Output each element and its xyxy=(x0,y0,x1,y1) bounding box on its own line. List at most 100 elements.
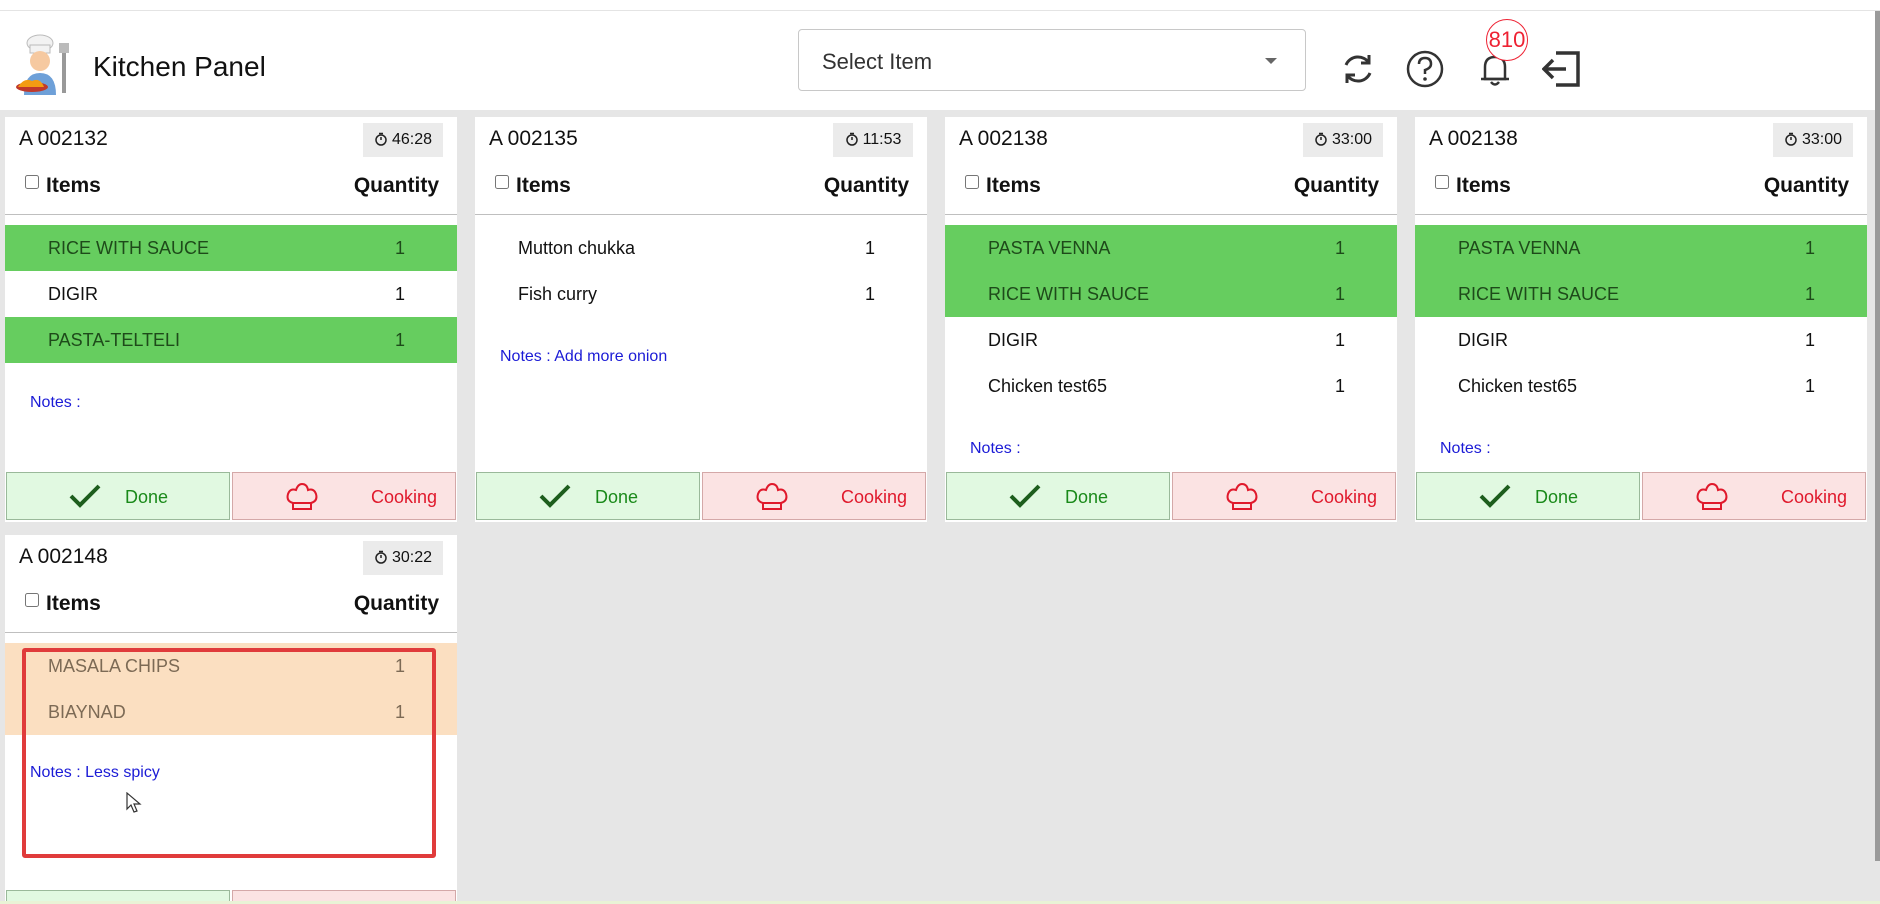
select-all-checkbox[interactable] xyxy=(495,175,509,189)
order-card: A 002148 30:22 Items Quantity MASALA CHI… xyxy=(5,535,457,901)
chef-hat-icon xyxy=(1226,483,1258,510)
stopwatch-icon xyxy=(375,132,387,146)
order-notes: Notes : Less spicy xyxy=(30,764,160,781)
done-button[interactable]: Done xyxy=(946,472,1170,520)
select-all-checkbox[interactable] xyxy=(965,175,979,189)
item-name: Chicken test65 xyxy=(988,376,1108,396)
cooking-label: Cooking xyxy=(841,487,908,507)
items-header: Items Quantity xyxy=(475,162,927,215)
order-timer: 33:00 xyxy=(1773,123,1853,157)
order-number: A 002138 xyxy=(959,127,1048,150)
item-name: PASTA VENNA xyxy=(988,238,1111,258)
items-header: Items Quantity xyxy=(5,162,457,215)
quantity-column-header: Quantity xyxy=(353,174,439,197)
item-name: RICE WITH SAUCE xyxy=(48,238,210,258)
items-header: Items Quantity xyxy=(1415,162,1867,215)
card-actions: Done Cooking xyxy=(5,472,457,520)
item-name: DIGIR xyxy=(988,330,1039,350)
list-item[interactable]: PASTA VENNA 1 xyxy=(945,225,1397,271)
item-name: PASTA VENNA xyxy=(1458,238,1581,258)
list-item[interactable]: PASTA-TELTELI 1 xyxy=(5,317,457,363)
notification-badge: 810 xyxy=(1486,19,1528,61)
order-notes: Notes : xyxy=(30,394,81,411)
chef-logo-icon xyxy=(16,34,69,95)
item-qty: 1 xyxy=(394,656,405,676)
done-label: Done xyxy=(1065,487,1109,507)
refresh-icon[interactable] xyxy=(1338,49,1378,89)
select-all-checkbox[interactable] xyxy=(25,175,39,189)
item-name: PASTA-TELTELI xyxy=(48,330,181,350)
list-item[interactable]: Chicken test65 1 xyxy=(1415,363,1867,409)
page-title: Kitchen Panel xyxy=(93,51,266,82)
item-name: MASALA CHIPS xyxy=(48,656,181,676)
card-header: A 002138 33:00 xyxy=(945,117,1397,162)
card-actions: Done Cooking xyxy=(475,472,927,520)
list-item[interactable]: Fish curry 1 xyxy=(475,271,927,317)
checkmark-icon xyxy=(539,484,571,508)
item-qty: 1 xyxy=(1804,330,1815,350)
items-header: Items Quantity xyxy=(945,162,1397,215)
card-actions: Done Cooking xyxy=(945,472,1397,520)
list-item[interactable]: RICE WITH SAUCE 1 xyxy=(945,271,1397,317)
timer-value: 30:22 xyxy=(391,549,433,566)
done-button[interactable]: Done xyxy=(476,472,700,520)
done-button[interactable]: Done xyxy=(6,472,230,520)
list-item[interactable]: Chicken test65 1 xyxy=(945,363,1397,409)
chef-hat-icon xyxy=(286,483,318,510)
list-item[interactable]: Mutton chukka 1 xyxy=(475,225,927,271)
done-label: Done xyxy=(125,487,169,507)
quantity-column-header: Quantity xyxy=(353,592,439,615)
list-item[interactable]: BIAYNAD 1 xyxy=(5,689,457,735)
timer-value: 33:00 xyxy=(1331,131,1373,148)
item-name: RICE WITH SAUCE xyxy=(1458,284,1620,304)
cooking-button[interactable]: Cooking xyxy=(702,472,926,520)
timer-value: 46:28 xyxy=(391,131,433,148)
cooking-button[interactable] xyxy=(232,890,456,901)
quantity-column-header: Quantity xyxy=(1763,174,1849,197)
select-all-checkbox[interactable] xyxy=(25,593,39,607)
items-header: Items Quantity xyxy=(5,580,457,633)
list-item[interactable]: DIGIR 1 xyxy=(5,271,457,317)
list-item[interactable]: DIGIR 1 xyxy=(945,317,1397,363)
list-item[interactable]: PASTA VENNA 1 xyxy=(1415,225,1867,271)
order-notes: Notes : Add more onion xyxy=(500,348,668,365)
quantity-column-header: Quantity xyxy=(823,174,909,197)
items-list: MASALA CHIPS 1 BIAYNAD 1 xyxy=(5,643,457,735)
done-button[interactable] xyxy=(6,890,230,901)
item-name: DIGIR xyxy=(48,284,99,304)
cooking-label: Cooking xyxy=(1311,487,1378,507)
page-scrollbar[interactable] xyxy=(1875,11,1880,861)
item-name: RICE WITH SAUCE xyxy=(988,284,1150,304)
select-item-value: Select Item xyxy=(822,49,933,74)
order-card: A 002138 33:00 Items Quantity PASTA VENN… xyxy=(945,117,1397,522)
checkmark-icon xyxy=(1009,484,1041,508)
timer-value: 33:00 xyxy=(1801,131,1843,148)
cooking-button[interactable]: Cooking xyxy=(1172,472,1396,520)
items-list: RICE WITH SAUCE 1 DIGIR 1 PASTA-TELTELI 1 xyxy=(5,225,457,363)
cooking-button[interactable]: Cooking xyxy=(1642,472,1866,520)
item-qty: 1 xyxy=(1334,376,1345,396)
order-notes: Notes : xyxy=(1440,440,1491,457)
logout-icon[interactable] xyxy=(1542,49,1582,89)
chevron-down-icon xyxy=(1265,58,1277,64)
list-item[interactable]: MASALA CHIPS 1 xyxy=(5,643,457,689)
items-list: Mutton chukka 1 Fish curry 1 xyxy=(475,225,927,317)
order-card: A 002138 33:00 Items Quantity PASTA VENN… xyxy=(1415,117,1867,522)
stopwatch-icon xyxy=(845,132,858,146)
order-notes: Notes : xyxy=(970,440,1021,457)
cooking-button[interactable]: Cooking xyxy=(232,472,456,520)
done-label: Done xyxy=(1535,487,1579,507)
help-icon[interactable] xyxy=(1405,49,1445,89)
select-item-dropdown[interactable]: Select Item xyxy=(798,29,1306,91)
chef-hat-icon xyxy=(1696,483,1728,510)
items-column-header: Items xyxy=(46,174,101,197)
list-item[interactable]: RICE WITH SAUCE 1 xyxy=(1415,271,1867,317)
order-timer: 11:53 xyxy=(833,123,913,157)
order-card: A 002135 11:53 Items Quantity Mutton chu… xyxy=(475,117,927,522)
list-item[interactable]: DIGIR 1 xyxy=(1415,317,1867,363)
select-all-checkbox[interactable] xyxy=(1435,175,1449,189)
items-column-header: Items xyxy=(516,174,571,197)
list-item[interactable]: RICE WITH SAUCE 1 xyxy=(5,225,457,271)
done-button[interactable]: Done xyxy=(1416,472,1640,520)
timer-value: 11:53 xyxy=(862,131,902,148)
